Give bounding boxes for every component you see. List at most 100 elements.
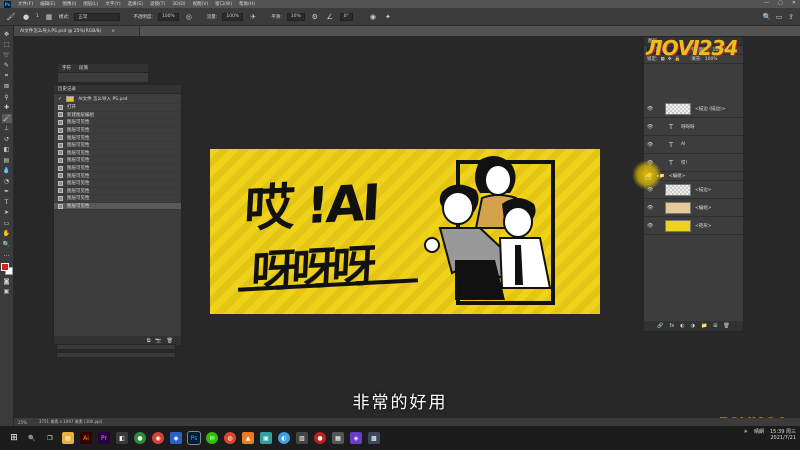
brush-preset-picker[interactable]: ● xyxy=(21,12,31,22)
menu-edit[interactable]: 编辑(E) xyxy=(40,1,55,7)
menu-type[interactable]: 文字(Y) xyxy=(105,1,120,7)
layer-name[interactable]: <描边> xyxy=(695,187,712,193)
move-tool-icon[interactable]: ✥ xyxy=(2,30,12,39)
layer-name[interactable]: 哎! xyxy=(681,160,687,166)
app-orange-icon[interactable]: ▲ xyxy=(242,432,254,444)
layer-row[interactable]: 👁 T AI xyxy=(644,136,743,154)
layer-visibility-eye-icon[interactable]: 👁 xyxy=(647,142,653,148)
type-tool-icon[interactable]: T xyxy=(2,198,12,207)
illustrator-icon[interactable]: Ai xyxy=(80,432,92,444)
layer-name[interactable]: <描边 (描边)> xyxy=(695,106,725,112)
tab-paragraph[interactable]: 段落 xyxy=(79,65,88,71)
flow-field[interactable]: 100% xyxy=(222,12,244,21)
history-state[interactable]: 图层可见性 xyxy=(54,202,181,211)
crop-tool-icon[interactable]: ⌗ xyxy=(2,72,12,81)
layer-visibility-eye-icon[interactable]: 👁 xyxy=(647,205,653,211)
healing-brush-tool-icon[interactable]: ✚ xyxy=(2,104,12,113)
dodge-tool-icon[interactable]: ◔ xyxy=(2,177,12,186)
brush-tool-icon[interactable]: 🖌 xyxy=(6,12,16,22)
gradient-tool-icon[interactable]: ▤ xyxy=(2,156,12,165)
layer-row[interactable]: 👁 <矩形> xyxy=(644,217,743,235)
app-icon[interactable]: ◧ xyxy=(116,432,128,444)
app-dark-icon[interactable]: ▨ xyxy=(296,432,308,444)
lasso-tool-icon[interactable]: ➰ xyxy=(2,51,12,60)
maximize-button[interactable]: ▢ xyxy=(778,0,783,6)
workspace-icon[interactable]: ▭ xyxy=(774,12,784,22)
file-explorer-icon[interactable]: ▤ xyxy=(62,432,74,444)
minimize-button[interactable]: — xyxy=(764,0,769,6)
delete-layer-icon[interactable]: 🗑 xyxy=(723,323,729,329)
history-state[interactable]: 图层可见性 xyxy=(54,119,181,127)
layer-name[interactable]: 呀呀呀 xyxy=(681,124,695,130)
symmetry-icon[interactable]: ✦ xyxy=(383,12,393,22)
new-document-from-state-icon[interactable]: ⧉ xyxy=(147,338,151,344)
app-cyan-icon[interactable]: ◐ xyxy=(278,432,290,444)
quick-select-tool-icon[interactable]: ✎ xyxy=(2,62,12,71)
layer-name[interactable]: <矩形> xyxy=(695,223,712,229)
menu-file[interactable]: 文件(F) xyxy=(18,1,33,7)
eraser-tool-icon[interactable]: ◧ xyxy=(2,146,12,155)
windows-start-icon[interactable]: ⊞ xyxy=(8,432,20,444)
layer-row[interactable]: 👁 <编组> xyxy=(644,199,743,217)
chrome-icon[interactable]: ◉ xyxy=(152,432,164,444)
menu-3d[interactable]: 3D(D) xyxy=(172,2,185,7)
layer-name[interactable]: <编组> xyxy=(695,205,712,211)
hand-tool-icon[interactable]: ✋ xyxy=(2,230,12,239)
layer-visibility-eye-icon[interactable]: 👁 xyxy=(647,106,653,112)
more-tools-icon[interactable]: … xyxy=(2,251,12,260)
history-brush-tool-icon[interactable]: ↺ xyxy=(2,135,12,144)
airbrush-icon[interactable]: ✈ xyxy=(248,12,258,22)
menu-window[interactable]: 窗口(W) xyxy=(215,1,232,7)
wechat-icon[interactable]: ✉ xyxy=(206,432,218,444)
menu-select[interactable]: 选择(S) xyxy=(128,1,143,7)
brush-panel-icon[interactable]: ▦ xyxy=(44,12,54,22)
app-blue-icon[interactable]: ◆ xyxy=(170,432,182,444)
premiere-icon[interactable]: Pr xyxy=(98,432,110,444)
history-state[interactable]: 打开 xyxy=(54,104,181,112)
document-size[interactable]: 3751 像素 x 1097 像素 (300 ppi) xyxy=(39,419,102,425)
photoshop-taskbar-icon[interactable]: Ps xyxy=(187,431,201,445)
pressure-opacity-icon[interactable]: ◎ xyxy=(184,12,194,22)
app-teal-icon[interactable]: ▣ xyxy=(260,432,272,444)
mode-select[interactable]: 正常 xyxy=(74,12,121,21)
layer-visibility-eye-icon[interactable]: 👁 xyxy=(647,223,653,229)
app-green-icon[interactable]: ● xyxy=(134,432,146,444)
history-state[interactable]: 图层可见性 xyxy=(54,142,181,150)
zoom-level[interactable]: 25% xyxy=(18,420,27,425)
quick-mask-icon[interactable]: ◙ xyxy=(2,277,12,286)
menu-filter[interactable]: 滤镜(T) xyxy=(150,1,165,7)
history-state[interactable]: 图层可见性 xyxy=(54,157,181,165)
menu-image[interactable]: 图像(I) xyxy=(62,1,76,7)
opacity-field[interactable]: 100% xyxy=(157,12,179,21)
pen-tool-icon[interactable]: ✒ xyxy=(2,188,12,197)
app-purple-icon[interactable]: ◈ xyxy=(350,432,362,444)
foreground-color-swatch[interactable] xyxy=(0,263,9,271)
search-icon[interactable]: 🔍 xyxy=(762,12,772,22)
brush-tool-icon[interactable]: 🖌 xyxy=(1,114,12,123)
app-red-icon[interactable]: ◍ xyxy=(224,432,236,444)
layer-row[interactable]: 👁 T 呀呀呀 xyxy=(644,118,743,136)
task-view-icon[interactable]: ❐ xyxy=(44,432,56,444)
eyedropper-tool-icon[interactable]: ⚲ xyxy=(2,93,12,102)
path-select-tool-icon[interactable]: ➤ xyxy=(2,209,12,218)
marquee-tool-icon[interactable]: ⬚ xyxy=(2,41,12,50)
layer-name[interactable]: AI xyxy=(681,142,685,147)
new-group-icon[interactable]: 📁 xyxy=(701,323,707,329)
layer-name[interactable]: <编组> xyxy=(669,173,686,179)
camera-snapshot-icon[interactable]: 📷 xyxy=(155,338,161,344)
history-state[interactable]: 图层可见性 xyxy=(54,127,181,135)
new-layer-icon[interactable]: ⊞ xyxy=(713,323,717,329)
history-state[interactable]: 图层可见性 xyxy=(54,172,181,180)
history-state[interactable]: 图层可见性 xyxy=(54,180,181,188)
trash-icon[interactable]: 🗑 xyxy=(167,338,173,344)
history-panel-title[interactable]: 历史记录 xyxy=(58,86,76,92)
layer-style-icon[interactable]: fx xyxy=(669,323,674,329)
recorder-icon[interactable]: ● xyxy=(314,432,326,444)
pressure-size-icon[interactable]: ◉ xyxy=(368,12,378,22)
clone-stamp-tool-icon[interactable]: ⊥ xyxy=(2,125,12,134)
add-mask-icon[interactable]: ◐ xyxy=(680,323,684,329)
history-state[interactable]: 图层可见性 xyxy=(54,165,181,173)
history-state[interactable]: 新建图层编组 xyxy=(54,112,181,120)
screen-mode-icon[interactable]: ▣ xyxy=(2,288,12,297)
history-state[interactable]: 图层可见性 xyxy=(54,188,181,196)
